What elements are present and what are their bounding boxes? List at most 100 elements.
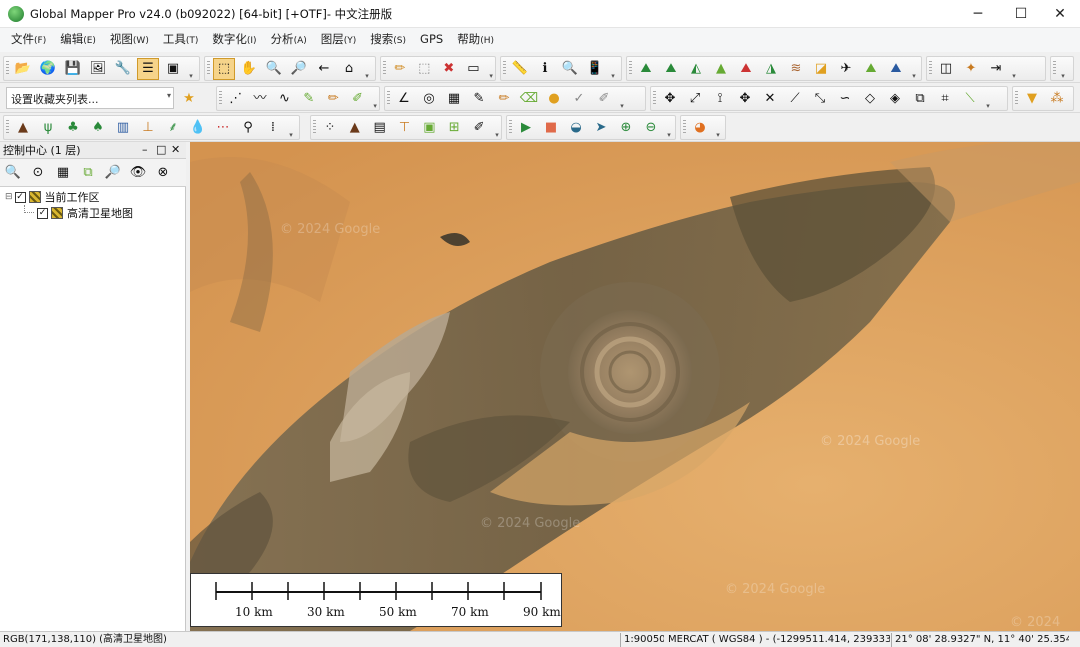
draw-line-icon[interactable]: ✏: [323, 88, 344, 110]
tree-root-row[interactable]: ⊟ ✓ 当前工作区: [5, 189, 100, 205]
layer-visibility-icon[interactable]: 👁: [127, 162, 149, 184]
simplify-icon[interactable]: ◈: [884, 88, 906, 110]
rotate-line-icon[interactable]: ⟋: [784, 88, 806, 110]
stop-icon[interactable]: ■: [540, 117, 562, 139]
rule-icon[interactable]: ✐: [593, 88, 615, 110]
close-button[interactable]: ✕: [1038, 0, 1080, 28]
device-gps-icon[interactable]: 📱: [584, 58, 606, 80]
info-icon[interactable]: ℹ: [534, 58, 556, 80]
root-checkbox[interactable]: ✓: [14, 191, 26, 203]
swipe-icon[interactable]: ⇥: [985, 58, 1007, 80]
viewshed-icon[interactable]: ⛰: [735, 58, 757, 80]
fill-area-icon[interactable]: ●: [543, 88, 565, 110]
classify-icon[interactable]: ▣: [418, 117, 440, 139]
menu-edit[interactable]: 编辑(E): [53, 27, 103, 53]
layer-copy-icon[interactable]: ⧉: [77, 162, 99, 184]
toolbar-dropdown-icon[interactable]: ▾: [910, 58, 918, 80]
split-view-icon[interactable]: ◫: [935, 58, 957, 80]
split-feature-icon[interactable]: ✕: [759, 88, 781, 110]
toolbar-dropdown-icon[interactable]: ▾: [371, 88, 379, 110]
crop-icon[interactable]: ⌗: [934, 88, 956, 110]
offset-icon[interactable]: ⧉: [909, 88, 931, 110]
check-icon[interactable]: ✓: [568, 88, 590, 110]
toolbar-dropdown-icon[interactable]: ▾: [609, 58, 617, 80]
toolbar-dropdown-icon[interactable]: ▾: [618, 88, 626, 110]
toolbar-dropdown-icon[interactable]: ▾: [714, 117, 722, 139]
delete-x-icon[interactable]: ✖: [438, 58, 460, 80]
add-frame-icon[interactable]: ⊕: [615, 117, 637, 139]
shader-icon[interactable]: ◪: [810, 58, 832, 80]
full-view-home-icon[interactable]: ⌂: [338, 58, 360, 80]
mountain-icon[interactable]: ▲: [12, 117, 34, 139]
building-icon[interactable]: ▥: [112, 117, 134, 139]
map-canvas[interactable]: © 2024 Google © 2024 Google © 2024 Googl…: [190, 142, 1080, 631]
3d-view-icon[interactable]: ⛰: [885, 58, 907, 80]
tree-layer-row[interactable]: ✓ 高清卫星地图: [24, 205, 133, 221]
toolbar-dropdown-icon[interactable]: ▾: [493, 117, 501, 139]
edit-line-icon[interactable]: ✎: [298, 88, 319, 110]
toolbar-dropdown-icon[interactable]: ▾: [984, 88, 992, 110]
toolbar-dropdown-icon[interactable]: ▾: [1010, 58, 1018, 80]
point-edit-icon[interactable]: ✎: [468, 88, 490, 110]
point-cloud-icon[interactable]: ⁘: [319, 117, 341, 139]
trace-line-icon[interactable]: 〰: [249, 88, 270, 110]
wetland-icon[interactable]: ⸙: [162, 117, 184, 139]
pin-icon[interactable]: –: [142, 143, 148, 156]
toolbar-dropdown-icon[interactable]: ▾: [487, 58, 495, 80]
lidar-points-icon[interactable]: ⁂: [1046, 88, 1068, 110]
layers-active-icon[interactable]: ☰: [137, 57, 159, 80]
freehand-line-icon[interactable]: ✐: [347, 88, 368, 110]
screen-select-icon[interactable]: ▭: [463, 58, 485, 80]
slope-icon[interactable]: ◭: [685, 58, 707, 80]
join-line-icon[interactable]: ⤡: [809, 88, 831, 110]
buffer-icon[interactable]: ◇: [859, 88, 881, 110]
pan-hand-icon[interactable]: ✋: [238, 58, 260, 80]
poles-icon[interactable]: ⊤: [394, 117, 416, 139]
angle-icon[interactable]: ∠: [393, 88, 415, 110]
pencil-icon[interactable]: ✏: [389, 58, 411, 80]
attribute-table-icon[interactable]: ▦: [52, 162, 74, 184]
menu-tools[interactable]: 工具(T): [156, 27, 206, 53]
snap-vertex-icon[interactable]: ⤢: [684, 88, 706, 110]
online-data-globe-icon[interactable]: 🌍: [37, 58, 59, 80]
turtle-slow-icon[interactable]: ◒: [565, 117, 587, 139]
volume-icon[interactable]: ≋: [785, 58, 807, 80]
tree-icon[interactable]: ♠: [87, 117, 109, 139]
path-profile-icon[interactable]: ⛰: [860, 58, 882, 80]
zoom-in-icon[interactable]: 🔍: [263, 58, 285, 80]
float-panel-icon[interactable]: □: [156, 143, 166, 156]
menu-view[interactable]: 视图(W): [103, 27, 156, 53]
eraser-icon[interactable]: ⌫: [518, 88, 540, 110]
measure-ruler-icon[interactable]: 📏: [509, 58, 531, 80]
contour-icon[interactable]: ⛰: [660, 58, 682, 80]
layer-options-icon[interactable]: ⊙: [27, 162, 49, 184]
minimize-button[interactable]: ─: [956, 0, 1000, 28]
toolbar-dropdown-icon[interactable]: ▾: [1059, 58, 1067, 80]
zoom-select-icon[interactable]: ⬚: [213, 57, 235, 80]
toolbar-dropdown-icon[interactable]: ▾: [287, 117, 295, 139]
maximize-button[interactable]: ☐: [999, 0, 1043, 28]
move-vertex-icon[interactable]: ✥: [659, 88, 681, 110]
segment-icon[interactable]: ⊞: [443, 117, 465, 139]
pin-icon[interactable]: ⚲: [237, 117, 259, 139]
menu-analysis[interactable]: 分析(A): [264, 27, 314, 53]
favorites-dropdown[interactable]: 设置收藏夹列表... ▾: [6, 87, 174, 109]
config-wrench-icon[interactable]: 🔧: [112, 58, 134, 80]
shrub-icon[interactable]: ♣: [62, 117, 84, 139]
print-map-icon[interactable]: 🖼: [87, 58, 109, 80]
filter-funnel-icon[interactable]: ▼: [1021, 88, 1043, 110]
play-icon[interactable]: ▶: [515, 117, 537, 139]
ground-icon[interactable]: ▲: [344, 117, 366, 139]
open-folder-icon[interactable]: 📂: [12, 58, 34, 80]
zoom-out-icon[interactable]: 🔎: [288, 58, 310, 80]
save-icon[interactable]: 💾: [62, 58, 84, 80]
tower-icon[interactable]: ⊥: [137, 117, 159, 139]
grass-icon[interactable]: ψ: [37, 117, 59, 139]
menu-search[interactable]: 搜索(S): [363, 27, 413, 53]
line-of-sight-icon[interactable]: ✈: [835, 58, 857, 80]
menu-help[interactable]: 帮助(H): [450, 27, 501, 53]
wand-icon[interactable]: ✦: [960, 58, 982, 80]
layer-checkbox[interactable]: ✓: [37, 207, 48, 219]
circle-target-icon[interactable]: ◎: [418, 88, 440, 110]
curve-line-icon[interactable]: ∿: [274, 88, 295, 110]
